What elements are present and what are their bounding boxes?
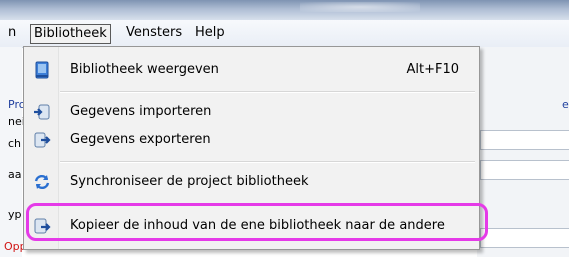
- background-left-panel: [0, 47, 22, 257]
- menu-bibliotheek[interactable]: Bibliotheek: [30, 24, 111, 44]
- bg-fragment-3: ch: [8, 137, 22, 150]
- menuitem-gegevens-exporteren[interactable]: Gegevens exporteren: [24, 127, 479, 153]
- export-data-icon: [33, 131, 51, 149]
- highlight-annotation: [26, 203, 488, 241]
- bg-field-3[interactable]: [480, 228, 569, 248]
- menuitem-bibliotheek-weergeven[interactable]: Bibliotheek weergeven Alt+F10: [24, 57, 479, 83]
- bg-fragment-4: aa: [8, 168, 22, 181]
- library-book-icon: [33, 61, 51, 79]
- menu-help[interactable]: Help: [192, 24, 228, 42]
- menuitem-gegevens-importeren[interactable]: Gegevens importeren: [24, 99, 479, 125]
- menu-vensters[interactable]: Vensters: [123, 24, 185, 42]
- bg-fragment-5: yp: [8, 208, 22, 221]
- bg-field-1[interactable]: [480, 130, 569, 150]
- titlebar-glow: [300, 2, 420, 12]
- menuitem-shortcut: Alt+F10: [406, 62, 459, 77]
- menu-item-cut[interactable]: n: [0, 24, 19, 42]
- bg-right-fragment: e: [562, 98, 569, 111]
- sync-arrows-icon: [33, 173, 51, 191]
- menu-bar: n Bibliotheek Vensters Help: [0, 20, 569, 48]
- bg-field-2[interactable]: [480, 160, 569, 180]
- menuitem-label: Gegevens importeren: [70, 104, 212, 119]
- window-titlebar: [0, 0, 569, 20]
- separator: [60, 161, 475, 163]
- background-right-panel: [477, 47, 569, 257]
- import-data-icon: [33, 103, 51, 121]
- separator: [60, 91, 475, 93]
- menuitem-label: Synchroniseer de project bibliotheek: [70, 174, 309, 189]
- menuitem-label: Gegevens exporteren: [70, 132, 211, 147]
- menuitem-label: Bibliotheek weergeven: [70, 62, 219, 77]
- menuitem-synchroniseer[interactable]: Synchroniseer de project bibliotheek: [24, 169, 479, 195]
